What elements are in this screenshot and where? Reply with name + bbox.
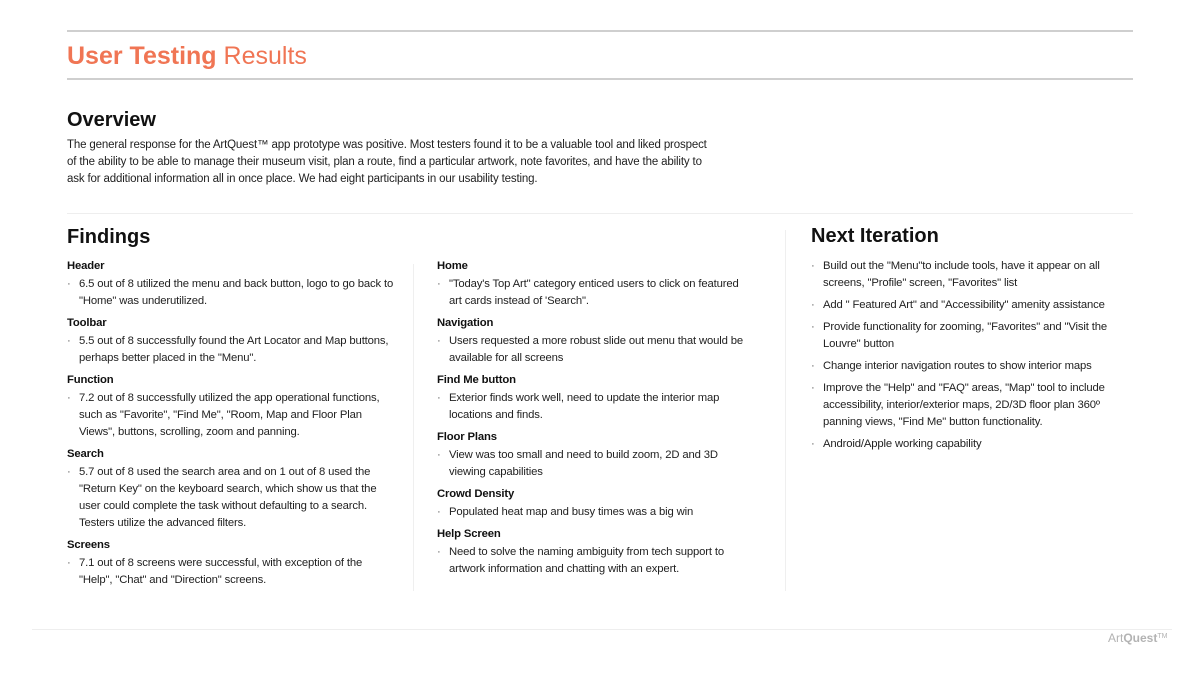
finding-bullet-text: 5.7 out of 8 used the search area and on… bbox=[79, 466, 377, 529]
next-iteration-item: · Build out the "Menu"to include tools, h… bbox=[811, 258, 1136, 292]
finding-bullet: · Users requested a more robust slide out… bbox=[437, 333, 747, 367]
bullet-icon: · bbox=[67, 392, 71, 404]
bullet-icon: · bbox=[437, 449, 441, 461]
finding-section-title: Help Screen bbox=[437, 528, 501, 540]
finding-bullet-text: 7.1 out of 8 screens were successful, wi… bbox=[79, 557, 363, 586]
next-iteration-item: · Provide functionality for zooming, "Fav… bbox=[811, 319, 1136, 353]
finding-section: Toolbar · 5.5 out of 8 successfully found … bbox=[67, 316, 397, 367]
finding-bullet-text: 6.5 out of 8 utilized the menu and back … bbox=[79, 278, 394, 307]
finding-section: Help Screen · Need to solve the naming amb… bbox=[437, 527, 747, 578]
top-divider bbox=[67, 30, 1133, 32]
page-title: User Testing Results bbox=[67, 40, 307, 72]
overview-divider bbox=[67, 213, 1133, 214]
next-iteration-item-text: Change interior navigation routes to sho… bbox=[823, 360, 1092, 372]
bullet-icon: · bbox=[811, 299, 815, 311]
overview-heading: Overview bbox=[67, 109, 156, 131]
next-iteration-list: · Build out the "Menu"to include tools, h… bbox=[811, 258, 1136, 458]
bullet-icon: · bbox=[811, 360, 815, 372]
finding-section-title: Header bbox=[67, 260, 105, 272]
finding-section-title: Find Me button bbox=[437, 374, 516, 386]
page-title-bold: User Testing bbox=[67, 42, 217, 70]
finding-bullet: · Exterior finds work well, need to updat… bbox=[437, 390, 747, 424]
bullet-icon: · bbox=[67, 557, 71, 569]
footer-logo-art: Art bbox=[1108, 631, 1124, 645]
bullet-icon: · bbox=[437, 546, 441, 558]
finding-section-title: Navigation bbox=[437, 317, 494, 329]
bullet-icon: · bbox=[437, 392, 441, 404]
finding-section: Function · 7.2 out of 8 successfully utili… bbox=[67, 373, 397, 441]
finding-bullet: · 5.7 out of 8 used the search area and o… bbox=[67, 464, 397, 532]
overview-text: The general response for the ArtQuest™ a… bbox=[67, 139, 707, 185]
next-iteration-heading: Next Iteration bbox=[811, 225, 939, 247]
finding-section-title: Function bbox=[67, 374, 114, 386]
next-iteration-item-text: Provide functionality for zooming, "Favo… bbox=[823, 321, 1107, 350]
finding-section: Crowd Density · Populated heat map and bus… bbox=[437, 487, 747, 521]
finding-bullet-text: Users requested a more robust slide out … bbox=[449, 335, 743, 364]
finding-section: Floor Plans · View was too small and need … bbox=[437, 430, 747, 481]
finding-bullet: · View was too small and need to build zo… bbox=[437, 447, 747, 481]
next-iteration-item-text: Improve the "Help" and "FAQ" areas, "Map… bbox=[823, 382, 1105, 428]
finding-bullet-text: View was too small and need to build zoo… bbox=[449, 449, 718, 478]
bullet-icon: · bbox=[811, 321, 815, 333]
next-iteration-item: · Change interior navigation routes to sh… bbox=[811, 358, 1136, 375]
footer-logo-quest: Quest bbox=[1123, 631, 1158, 645]
finding-bullet: · 7.1 out of 8 screens were successful, w… bbox=[67, 555, 397, 589]
trademark-mark: TM bbox=[1157, 633, 1168, 640]
bullet-icon: · bbox=[67, 466, 71, 478]
bullet-icon: · bbox=[437, 278, 441, 290]
finding-bullet: · 7.2 out of 8 successfully utilized the … bbox=[67, 390, 397, 441]
bullet-icon: · bbox=[67, 278, 71, 290]
findings-column-divider bbox=[413, 264, 414, 591]
finding-bullet: · 5.5 out of 8 successfully found the Art… bbox=[67, 333, 397, 367]
bullet-icon: · bbox=[437, 506, 441, 518]
finding-bullet-text: Exterior finds work well, need to update… bbox=[449, 392, 720, 421]
findings-heading: Findings bbox=[67, 226, 151, 248]
finding-section: Search · 5.7 out of 8 used the search area… bbox=[67, 447, 397, 532]
finding-bullet-text: 5.5 out of 8 successfully found the Art … bbox=[79, 335, 389, 364]
finding-bullet-text: Need to solve the naming ambiguity from … bbox=[449, 546, 724, 575]
page-title-light: Results bbox=[223, 42, 307, 70]
finding-bullet-text: "Today's Top Art" category enticed users… bbox=[449, 278, 739, 307]
title-divider bbox=[67, 78, 1133, 80]
finding-section: Find Me button · Exterior finds work well,… bbox=[437, 373, 747, 424]
next-iteration-item: · Improve the "Help" and "FAQ" areas, "Ma… bbox=[811, 380, 1136, 431]
next-iteration-item-text: Build out the "Menu"to include tools, ha… bbox=[823, 260, 1100, 289]
finding-section-title: Search bbox=[67, 448, 104, 460]
bullet-icon: · bbox=[67, 335, 71, 347]
next-iteration-item: · Add " Featured Art" and "Accessibility"… bbox=[811, 297, 1136, 314]
next-iteration-divider bbox=[785, 230, 786, 591]
bullet-icon: · bbox=[437, 335, 441, 347]
finding-bullet: · Need to solve the naming ambiguity from… bbox=[437, 544, 747, 578]
footer-divider bbox=[32, 629, 1172, 630]
next-iteration-item-text: Add " Featured Art" and "Accessibility" … bbox=[823, 299, 1105, 311]
finding-section: Home · "Today's Top Art" category enticed … bbox=[437, 259, 747, 310]
finding-section: Header · 6.5 out of 8 utilized the menu an… bbox=[67, 259, 397, 310]
next-iteration-item: · Android/Apple working capability bbox=[811, 436, 1136, 453]
finding-section: Screens · 7.1 out of 8 screens were succes… bbox=[67, 538, 397, 589]
finding-section-title: Home bbox=[437, 260, 468, 272]
finding-bullet: · 6.5 out of 8 utilized the menu and back… bbox=[67, 276, 397, 310]
bullet-icon: · bbox=[811, 260, 815, 272]
finding-bullet-text: 7.2 out of 8 successfully utilized the a… bbox=[79, 392, 380, 438]
finding-bullet-text: Populated heat map and busy times was a … bbox=[449, 506, 694, 518]
findings-left-column: Header · 6.5 out of 8 utilized the menu an… bbox=[67, 259, 397, 595]
bullet-icon: · bbox=[811, 438, 815, 450]
finding-section: Navigation · Users requested a more robust… bbox=[437, 316, 747, 367]
next-iteration-item-text: Android/Apple working capability bbox=[823, 438, 982, 450]
findings-right-column: Home · "Today's Top Art" category enticed … bbox=[437, 259, 747, 584]
bullet-icon: · bbox=[811, 382, 815, 394]
finding-section-title: Floor Plans bbox=[437, 431, 497, 443]
finding-section-title: Screens bbox=[67, 539, 110, 551]
finding-bullet: · "Today's Top Art" category enticed user… bbox=[437, 276, 747, 310]
finding-section-title: Crowd Density bbox=[437, 488, 515, 500]
finding-bullet: · Populated heat map and busy times was a… bbox=[437, 504, 747, 521]
finding-section-title: Toolbar bbox=[67, 317, 107, 329]
footer-logo: ArtQuestTM bbox=[1108, 631, 1167, 645]
